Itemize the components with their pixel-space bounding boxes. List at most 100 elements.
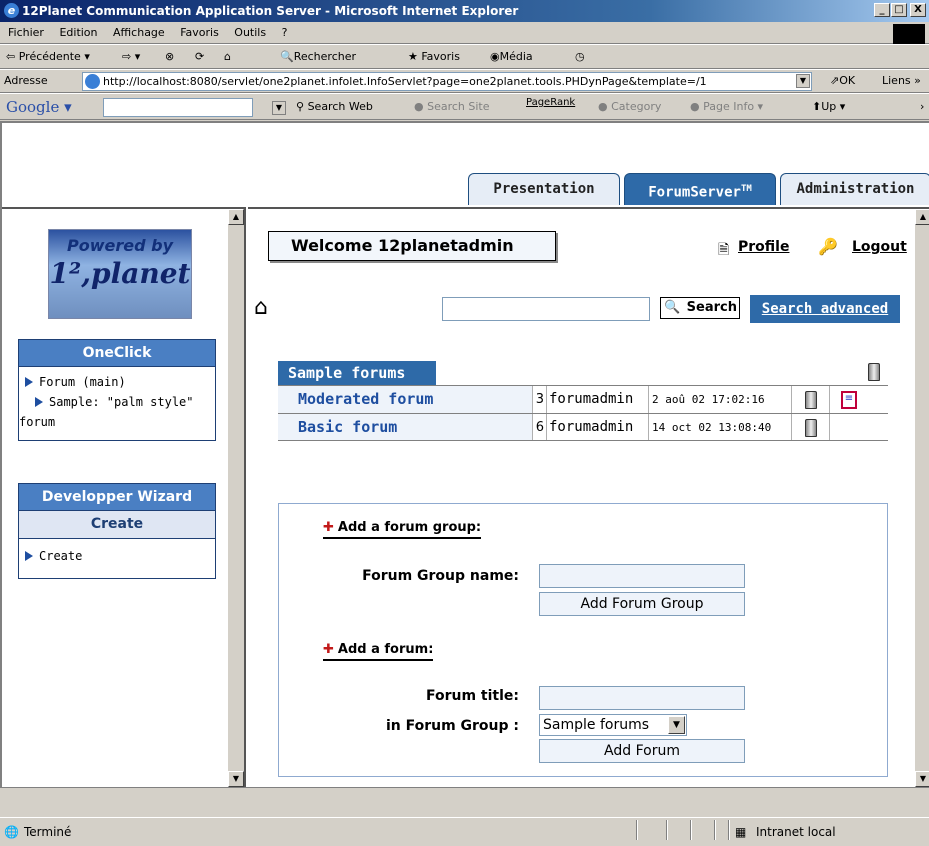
category-label: Category [611, 100, 662, 113]
status-separator [666, 820, 668, 840]
menu-outils[interactable]: Outils [234, 26, 266, 39]
wizard-item-create[interactable]: Create [19, 549, 215, 563]
main-scroll-down-icon[interactable]: ▼ [915, 771, 929, 787]
close-button[interactable]: X [910, 3, 926, 17]
arrow-icon [35, 397, 43, 407]
favorites-button[interactable]: ★ Favoris [408, 45, 460, 69]
sidebar-scrollbar[interactable]: ▲ ▼ [228, 209, 244, 787]
menu-favoris[interactable]: Favoris [180, 26, 219, 39]
status-text: Terminé [24, 825, 72, 839]
oneclick-panel: OneClick Forum (main) Sample: "palm styl… [18, 339, 216, 441]
oneclick-list: Forum (main) Sample: "palm style" forum [18, 367, 216, 441]
address-input[interactable]: http://localhost:8080/servlet/one2planet… [82, 72, 812, 91]
forum-group-selected: Sample forums [543, 717, 649, 733]
google-search-input[interactable] [103, 98, 253, 117]
forward-button[interactable]: ⇨ ▾ [122, 45, 140, 69]
status-separator [728, 820, 730, 840]
search-web-label: Search Web [307, 100, 373, 113]
menu-bar: Fichier Edition Affichage Favoris Outils… [0, 22, 929, 44]
links-label: Liens [882, 74, 911, 87]
scroll-down-icon[interactable]: ▼ [228, 771, 244, 787]
home-icon[interactable]: ⌂ [224, 45, 231, 69]
tab-presentation[interactable]: Presentation [468, 173, 620, 205]
status-bar: 🌐 Terminé ▦ Intranet local [0, 817, 929, 845]
logo-powered-by: Powered by [67, 236, 173, 255]
up-button[interactable]: ⬆Up ▾ [812, 94, 845, 120]
back-button[interactable]: ⇦ Précédente ▾ [6, 45, 90, 69]
status-page-icon: 🌐 [4, 825, 19, 839]
stop-icon[interactable]: ⊗ [165, 45, 174, 69]
oneclick-item-label: Sample: "palm style" [49, 395, 194, 409]
forum-group-name-input[interactable] [539, 564, 745, 588]
media-label: Média [499, 50, 533, 63]
pagerank-button[interactable]: PageRank [526, 90, 575, 116]
menu-help[interactable]: ? [282, 26, 288, 39]
forum-group-header[interactable]: Sample forums [278, 361, 436, 385]
status-separator [714, 820, 716, 840]
add-forum-group-button[interactable]: Add Forum Group [539, 592, 745, 616]
moderate-icon[interactable]: ≡ [830, 386, 868, 413]
refresh-icon[interactable]: ⟳ [195, 45, 204, 69]
go-button[interactable]: ⇗OK [830, 74, 855, 87]
search-button[interactable]: 🔍 Search [660, 297, 740, 319]
menu-fichier[interactable]: Fichier [8, 26, 44, 39]
arrow-icon [25, 377, 33, 387]
google-logo[interactable]: Google ▾ [6, 94, 72, 120]
forum-moderator: forumadmin [547, 386, 649, 413]
forum-name-link[interactable]: Moderated forum [278, 386, 533, 413]
magnifier-icon: 🔍 [664, 300, 681, 315]
home-icon[interactable]: ⌂ [254, 295, 268, 320]
search-web-button[interactable]: ⚲ Search Web [296, 94, 373, 120]
oneclick-item-label: Forum (main) [39, 375, 126, 389]
maximize-button[interactable]: □ [891, 3, 907, 17]
main-scroll-up-icon[interactable]: ▲ [915, 209, 929, 225]
select-arrow-icon[interactable]: ▼ [668, 716, 685, 734]
oneclick-item-sample[interactable]: Sample: "palm style" [19, 395, 215, 415]
empty-cell [830, 414, 868, 440]
oneclick-item-sample-cont[interactable]: forum [19, 415, 215, 435]
arrow-icon [25, 551, 33, 561]
tab-forumserver[interactable]: ForumServerTM [624, 173, 776, 205]
main-scrollbar[interactable]: ▲ ▼ [915, 209, 929, 787]
group-trash-icon[interactable] [868, 363, 880, 381]
menu-affichage[interactable]: Affichage [113, 26, 165, 39]
page-info-button[interactable]: ● Page Info ▾ [690, 94, 763, 120]
profile-link[interactable]: Profile [738, 239, 789, 255]
add-forms-box: ✚ Add a forum group: Forum Group name: Ad… [278, 503, 888, 777]
address-dropdown-icon[interactable]: ▼ [796, 74, 810, 88]
trash-icon[interactable] [792, 414, 830, 440]
forum-search-input[interactable] [442, 297, 650, 321]
table-row: Moderated forum 3 forumadmin 2 aoû 02 17… [278, 385, 888, 413]
minimize-button[interactable]: _ [874, 3, 890, 17]
tab-administration[interactable]: Administration [780, 173, 929, 205]
search-advanced-link[interactable]: Search advanced [750, 295, 900, 323]
zone-text: Intranet local [756, 825, 836, 839]
forum-group-name-label: Forum Group name: [362, 568, 519, 584]
forum-title-input[interactable] [539, 686, 745, 710]
search-site-button[interactable]: ● Search Site [414, 94, 490, 120]
search-toolbar-button[interactable]: 🔍Rechercher [280, 45, 356, 69]
logout-link[interactable]: Logout [852, 239, 907, 255]
standard-toolbar: ⇦ Précédente ▾ ⇨ ▾ ⊗ ⟳ ⌂ 🔍Rechercher ★ F… [0, 44, 929, 69]
address-url: http://localhost:8080/servlet/one2planet… [103, 75, 707, 88]
add-forum-heading-text: Add a forum: [337, 642, 434, 657]
google-more-icon[interactable]: › [920, 94, 924, 120]
wizard-list: Create [18, 539, 216, 579]
trash-icon[interactable] [792, 386, 830, 413]
google-toolbar: Google ▾ ▼ ⚲ Search Web ● Search Site Pa… [0, 93, 929, 120]
status-spacer [0, 787, 929, 817]
add-forum-button[interactable]: Add Forum [539, 739, 745, 763]
history-icon[interactable]: ◷ [575, 45, 585, 69]
forum-group-select[interactable]: Sample forums ▼ [539, 714, 687, 736]
media-button[interactable]: ◉Média [490, 45, 533, 69]
forum-title-label: Forum title: [425, 688, 519, 704]
links-button[interactable]: Liens » [882, 74, 921, 87]
add-group-heading: ✚ Add a forum group: [323, 520, 523, 539]
oneclick-item-forum-main[interactable]: Forum (main) [19, 375, 215, 395]
google-dropdown-icon[interactable]: ▼ [272, 101, 286, 115]
forum-name-link[interactable]: Basic forum [278, 414, 533, 440]
category-button[interactable]: ● Category [598, 94, 661, 120]
google-logo-text: Google [6, 98, 60, 116]
menu-edition[interactable]: Edition [59, 26, 97, 39]
scroll-up-icon[interactable]: ▲ [228, 209, 244, 225]
